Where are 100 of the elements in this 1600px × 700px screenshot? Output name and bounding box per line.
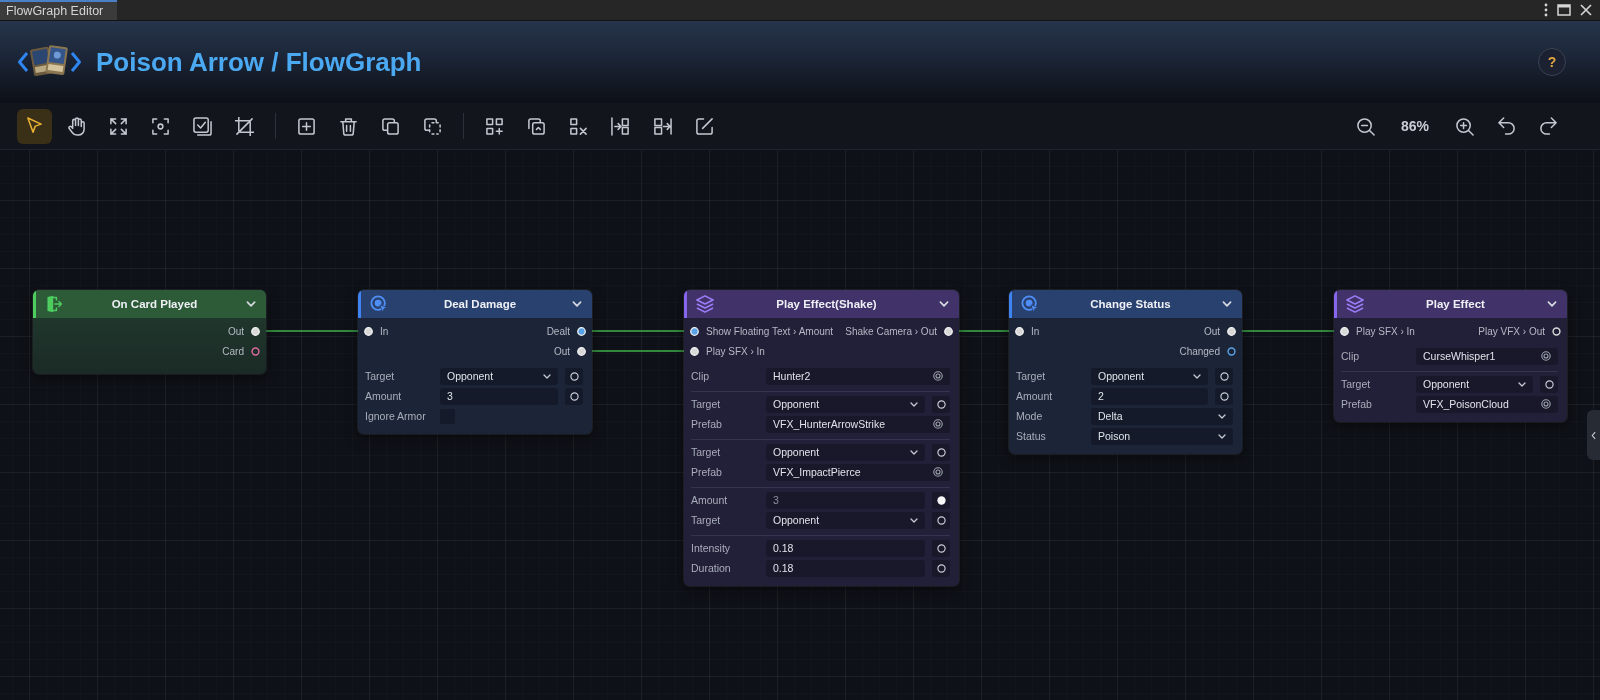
- input-field[interactable]: 0.18: [766, 559, 925, 577]
- asset-field[interactable]: VFX_ImpactPierce: [766, 463, 950, 481]
- socket-button[interactable]: [1215, 387, 1233, 405]
- chevron-down-icon[interactable]: [572, 301, 582, 307]
- asset-field[interactable]: CurseWhisper1: [1416, 347, 1558, 365]
- socket-button[interactable]: [932, 395, 950, 413]
- port-label: In: [1031, 325, 1040, 337]
- node-header[interactable]: Deal Damage: [358, 290, 592, 318]
- side-panel-toggle[interactable]: [1587, 410, 1600, 460]
- socket-button[interactable]: [932, 491, 950, 509]
- socket-button[interactable]: [932, 443, 950, 461]
- socket-button[interactable]: [932, 539, 950, 557]
- zoom-out-icon: [1356, 116, 1375, 136]
- graph-title: Poison Arrow / FlowGraph: [96, 46, 422, 78]
- node-card[interactable]: Change Status In Out Changed Target Opponent Amount 2 Mode Delta Status Poison: [1009, 290, 1242, 454]
- socket-button[interactable]: [932, 559, 950, 577]
- asset-field[interactable]: VFX_HunterArrowStrike: [766, 415, 950, 433]
- close-icon[interactable]: [1580, 4, 1592, 16]
- port-dot-icon[interactable]: [251, 326, 260, 336]
- chevron-down-icon[interactable]: [1547, 301, 1557, 307]
- asset-field[interactable]: VFX_PoisonCloud: [1416, 395, 1558, 413]
- chevron-down-icon[interactable]: [939, 301, 949, 307]
- target-icon[interactable]: [1541, 399, 1551, 409]
- dropdown[interactable]: Opponent: [440, 367, 558, 385]
- target-icon[interactable]: [1541, 351, 1551, 361]
- port-dot-icon[interactable]: [1015, 326, 1024, 336]
- dropdown[interactable]: Poison: [1091, 427, 1233, 445]
- field-label: Target: [691, 514, 722, 526]
- node-card[interactable]: Deal Damage In Dealt Out Target Opponent Amount 3 Ignore Armor: [358, 290, 592, 434]
- focus-frame-icon: [151, 116, 170, 136]
- dropdown[interactable]: Delta: [1091, 407, 1233, 425]
- help-button[interactable]: ?: [1538, 48, 1566, 76]
- port-dot-icon[interactable]: [577, 346, 586, 356]
- target-icon[interactable]: [933, 419, 943, 429]
- asset-field[interactable]: Hunter2: [766, 367, 950, 385]
- input-field[interactable]: 3: [440, 387, 558, 405]
- node-header[interactable]: On Card Played: [33, 290, 266, 318]
- chevron-down-icon[interactable]: [1222, 301, 1232, 307]
- socket-button[interactable]: [565, 367, 583, 385]
- port-dot-icon[interactable]: [1227, 326, 1236, 336]
- port-ring-icon[interactable]: [1227, 346, 1236, 356]
- target-icon[interactable]: [933, 467, 943, 477]
- port-label: Out: [553, 345, 570, 357]
- chevron-left-icon: [1591, 430, 1596, 440]
- port-dot-icon[interactable]: [690, 326, 699, 336]
- field-label: Amount: [691, 494, 729, 506]
- node-header[interactable]: Change Status: [1009, 290, 1242, 318]
- field-label: Status: [1016, 430, 1047, 442]
- socket-button[interactable]: [932, 511, 950, 529]
- field-label: Amount: [1016, 390, 1054, 402]
- door-exit-icon: [45, 295, 63, 313]
- node-card[interactable]: On Card Played Out Card: [33, 290, 266, 374]
- field-label: Target: [365, 370, 396, 382]
- dropdown[interactable]: Opponent: [766, 511, 925, 529]
- squares-x-icon: [569, 116, 588, 136]
- input-field[interactable]: 3: [766, 491, 925, 509]
- dropdown[interactable]: Opponent: [1091, 367, 1208, 385]
- port-dot-icon[interactable]: [364, 326, 373, 336]
- node-card[interactable]: Play Effect Play SFX › In Play VFX › Out Clip CurseWhisper1 Target Opponent Prefab VFX_PoisonCloud: [1334, 290, 1567, 422]
- chevron-down-icon: [1518, 381, 1526, 387]
- field-label: Duration: [691, 562, 732, 574]
- socket-button[interactable]: [1540, 375, 1558, 393]
- kebab-menu-icon[interactable]: [1544, 3, 1548, 17]
- zoom-level: 86%: [1400, 118, 1430, 134]
- node-card[interactable]: [684, 290, 959, 586]
- input-field[interactable]: 2: [1091, 387, 1208, 405]
- node-title: On Card Played: [110, 298, 199, 310]
- socket-button[interactable]: [1215, 367, 1233, 385]
- chevron-down-icon: [543, 373, 551, 379]
- port-dot-icon[interactable]: [1340, 326, 1349, 336]
- blocks-arrow-icon: [653, 116, 672, 136]
- node-header[interactable]: Play Effect(Shake): [684, 290, 959, 318]
- editor-tab[interactable]: FlowGraph Editor: [0, 0, 118, 20]
- field-label: Prefab: [1341, 398, 1373, 410]
- port-ring-icon[interactable]: [251, 346, 260, 356]
- trash-icon: [339, 116, 358, 136]
- maximize-icon[interactable]: [1557, 4, 1571, 16]
- chevron-down-icon: [910, 517, 918, 523]
- chevron-down-icon: [910, 449, 918, 455]
- port-dot-icon[interactable]: [944, 326, 953, 336]
- layers-icon: [1346, 295, 1364, 313]
- node-header[interactable]: Play Effect: [1334, 290, 1567, 318]
- target-icon[interactable]: [933, 371, 943, 381]
- port-label: Play SFX › In: [1356, 325, 1415, 337]
- dropdown[interactable]: Opponent: [766, 443, 925, 461]
- input-field[interactable]: 0.18: [766, 539, 925, 557]
- port-dot-icon[interactable]: [690, 346, 699, 356]
- field-label: Target: [691, 398, 722, 410]
- chevron-down-icon[interactable]: [246, 301, 256, 307]
- port-dot-icon[interactable]: [577, 326, 586, 336]
- dashed-copy-icon: [423, 116, 442, 136]
- socket-button[interactable]: [565, 387, 583, 405]
- node-title: Play Effect(Shake): [775, 298, 878, 310]
- tool-button[interactable]: [17, 108, 52, 144]
- field-label: Prefab: [691, 418, 723, 430]
- chevron-down-icon: [1218, 413, 1226, 419]
- field-label: Target: [1341, 378, 1372, 390]
- dropdown[interactable]: Opponent: [766, 395, 925, 413]
- dropdown[interactable]: Opponent: [1416, 375, 1533, 393]
- chevron-down-icon: [1193, 373, 1201, 379]
